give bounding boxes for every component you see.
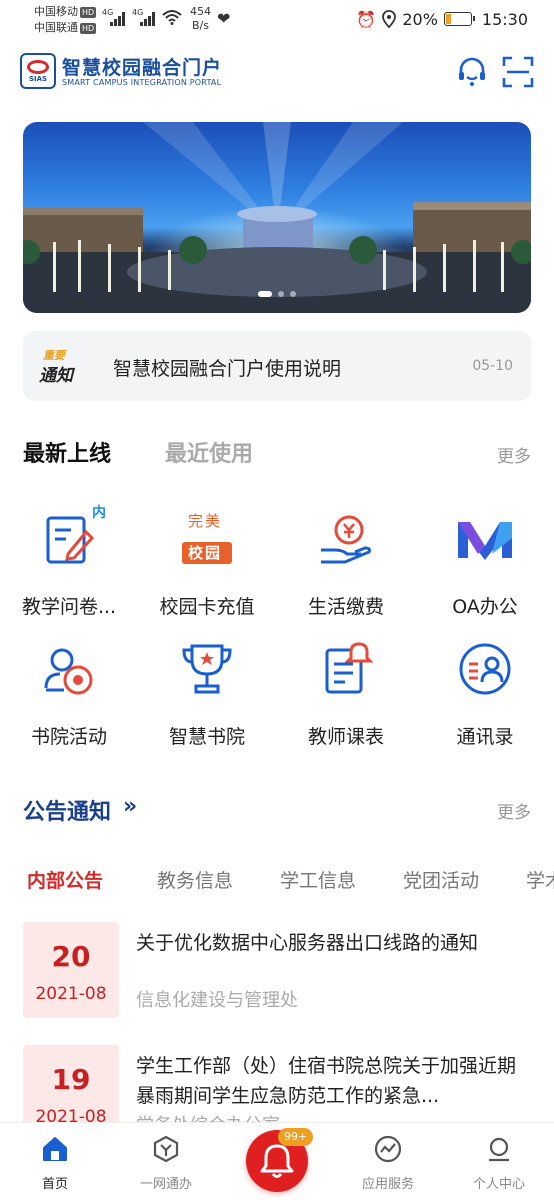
app-label: 生活缴费 [307,596,384,618]
app-label: 校园卡充值 [159,596,255,618]
nav-label: 一网通办 [139,1177,192,1192]
news-date-box: 20 2021-08 [23,922,119,1018]
notification-count-badge: 99+ [278,1128,314,1146]
apps-section-tabs: 最新上线 最近使用 更多 [23,436,531,472]
banner-pagination [23,282,531,301]
contacts-icon [459,643,511,695]
double-chevron-right-icon[interactable]: » [123,794,137,819]
nav-personal-center[interactable]: 个人中心 [444,1123,554,1200]
news-title[interactable]: 关于优化数据中心服务器出口线路的通知 [136,928,533,958]
wifi-icon [162,10,182,25]
app-teacher-schedule[interactable]: 教师课表 [277,630,415,750]
app-contacts[interactable]: 通讯录 [416,630,554,750]
logo-ring-icon [27,59,49,74]
category-tab-academic[interactable]: 学术 [526,866,554,893]
nav-home[interactable]: 首页 [0,1123,110,1200]
app-label: 教学问卷... [21,596,117,618]
category-tab-student-affairs[interactable]: 学工信息 [280,866,356,893]
battery-icon [443,12,475,26]
apps-more-link[interactable]: 更多 [497,442,531,467]
network-speed: 454 B/s [190,5,211,33]
nav-one-stop[interactable]: 一网通办 [111,1123,221,1200]
app-label: 智慧书院 [168,726,245,748]
home-icon [43,1137,67,1161]
card-text-top: 完美 [188,512,223,530]
category-tab-academic-affairs[interactable]: 教务信息 [157,866,233,893]
app-oa-office[interactable]: OA办公 [416,500,554,620]
app-campus-card-topup[interactable]: 完美 校园 校园卡充值 [138,500,276,620]
notice-bar[interactable]: 重要 通知 智慧校园融合门户使用说明 05-10 [23,331,531,401]
category-tab-internal[interactable]: 内部公告 [27,866,103,893]
status-bar: 中国移动 HD 中国联通 HD 4G 4G 454 B/s ❤ ⏰ 20% 15:3… [0,0,554,40]
news-item[interactable]: 20 2021-08 关于优化数据中心服务器出口线路的通知 信息化建设与管理处 [23,922,533,1022]
news-day: 20 [51,940,91,973]
carrier-1: 中国移动 [34,5,78,18]
app-label: OA办公 [452,596,518,618]
nav-label: 应用服务 [361,1177,414,1192]
speed-value: 454 [190,5,211,18]
academy-activity-icon [44,648,93,695]
signal-bars-2-icon [140,12,158,26]
hd-badge-1: HD [80,7,97,18]
oa-office-icon [458,522,512,560]
app-label: 通讯录 [456,726,514,748]
user-icon [489,1137,509,1162]
notice-text[interactable]: 智慧校园融合门户使用说明 [113,354,341,381]
clock: 15:30 [481,9,528,29]
app-academy-activity[interactable]: 书院活动 [0,630,138,750]
speed-unit: B/s [192,19,209,32]
logo-text: SIAS [28,74,48,83]
app-life-payment[interactable]: 生活缴费 [277,500,415,620]
one-stop-icon [153,1135,179,1163]
announcements-more-link[interactable]: 更多 [497,798,531,823]
trophy-icon [182,644,232,694]
app-teaching-questionnaire[interactable]: 内 教学问卷... [0,500,138,620]
app-label: 书院活动 [30,726,107,748]
customer-service-icon[interactable] [456,56,488,88]
battery-percent: 20% [402,9,438,29]
banner-dot[interactable] [290,291,296,297]
payment-icon [321,515,371,564]
scan-icon[interactable] [502,56,534,88]
app-header: SIAS 智慧校园融合门户 SMART CAMPUS INTEGRATION P… [0,48,554,98]
important-notice-tag: 重要 通知 [39,347,83,386]
schedule-icon [325,642,374,694]
app-smart-academy[interactable]: 智慧书院 [138,630,276,750]
tab-recent[interactable]: 最近使用 [165,436,253,468]
app-title: 智慧校园融合门户 [62,57,223,79]
school-logo: SIAS [20,53,56,89]
notice-tag-line2: 通知 [39,366,73,386]
announcement-category-tabs: 内部公告 教务信息 学工信息 党团活动 学术 [0,866,554,902]
news-title[interactable]: 学生工作部（处）住宿书院总院关于加强近期暴雨期间学生应急防范工作的紧急... [136,1051,533,1111]
heart-icon: ❤ [217,9,231,28]
signal-bars-1-icon [110,12,128,26]
nav-label: 个人中心 [472,1177,525,1192]
app-subtitle: SMART CAMPUS INTEGRATION PORTAL [62,78,222,87]
carrier-info: 中国移动 HD 中国联通 HD [34,4,97,36]
status-right: ⏰ 20% 15:30 [356,8,528,30]
alarm-icon: ⏰ [356,9,377,29]
news-day: 19 [51,1063,91,1096]
notice-date: 05-10 [472,358,513,374]
nav-label: 首页 [41,1177,68,1192]
news-year-month: 2021-08 [35,984,107,1004]
announcements-title: 公告通知 [23,800,112,825]
app-services-icon [374,1135,402,1163]
banner-dot[interactable] [278,291,284,297]
card-text-bottom: 校园 [188,544,223,562]
category-tab-party-activities[interactable]: 党团活动 [403,866,479,893]
internal-badge: 内 [92,505,106,521]
questionnaire-icon [46,516,95,564]
campus-banner[interactable] [23,122,531,313]
hd-badge-2: HD [80,23,97,34]
app-label: 教师课表 [307,726,384,748]
nav-app-services[interactable]: 应用服务 [333,1123,443,1200]
carrier-2: 中国联通 [34,21,78,34]
news-source: 信息化建设与管理处 [136,990,298,1011]
banner-dot[interactable] [258,291,272,297]
location-icon [382,10,397,28]
tab-latest[interactable]: 最新上线 [23,436,111,468]
